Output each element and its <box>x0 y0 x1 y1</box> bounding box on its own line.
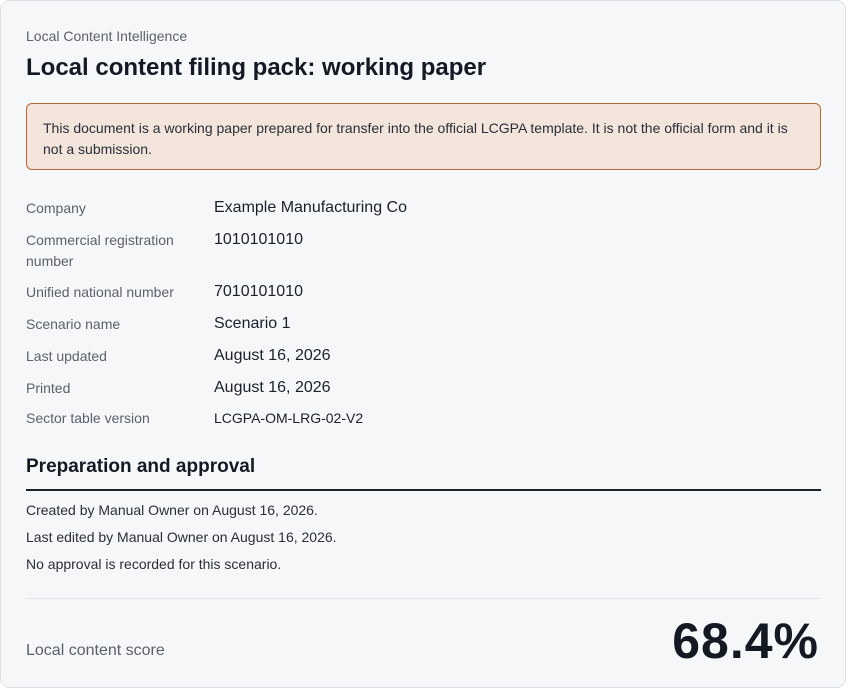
fact-value: Example Manufacturing Co <box>214 199 407 216</box>
fact-value: LCGPA-OM-LRG-02-V2 <box>214 410 364 426</box>
card-content: Local Content Intelligence Local content… <box>26 1 821 687</box>
score-divider <box>26 598 821 599</box>
section-divider <box>26 489 821 491</box>
edited-by-line: Last edited by Manual Owner on August 16… <box>26 529 337 545</box>
fact-label: Unified national number <box>26 284 174 300</box>
approval-heading: Preparation and approval <box>26 456 256 477</box>
eyebrow-label: Local Content Intelligence <box>26 28 188 44</box>
fact-value: 7010101010 <box>214 283 303 300</box>
fact-label: Commercial registration number <box>26 232 174 269</box>
page-title: Local content filing pack: working paper <box>26 54 487 81</box>
approval-status-line: No approval is recorded for this scenari… <box>26 556 282 572</box>
fact-label: Sector table version <box>26 410 150 426</box>
fact-label: Company <box>26 200 86 216</box>
fact-value: Scenario 1 <box>214 315 291 332</box>
fact-label: Last updated <box>26 348 107 364</box>
created-by-line: Created by Manual Owner on August 16, 20… <box>26 502 318 518</box>
fact-value: August 16, 2026 <box>214 379 331 396</box>
working-paper-notice: This document is a working paper prepare… <box>26 103 821 170</box>
score-value: 68.4% <box>672 613 819 669</box>
filing-pack-card: Local Content Intelligence Local content… <box>0 0 846 688</box>
fact-label: Printed <box>26 380 71 396</box>
fact-value: August 16, 2026 <box>214 347 331 364</box>
score-label: Local content score <box>26 642 165 659</box>
fact-label: Scenario name <box>26 316 121 332</box>
fact-value: 1010101010 <box>214 231 303 248</box>
